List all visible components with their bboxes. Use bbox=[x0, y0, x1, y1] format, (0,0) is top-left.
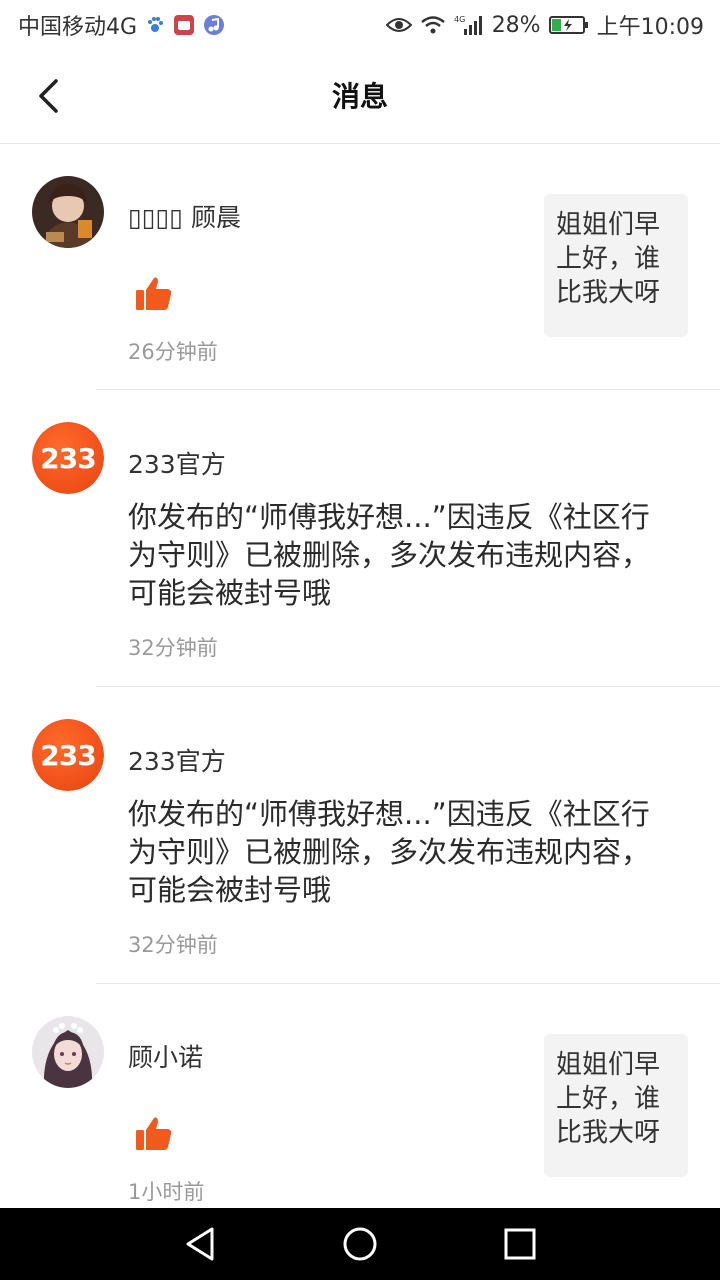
list-item[interactable]: ▯▯▯▯ 顾晨 26分钟前 姐姐们早上好，谁比我大呀 bbox=[0, 144, 720, 390]
circle-home-icon bbox=[343, 1227, 377, 1261]
nav-back-button[interactable] bbox=[180, 1224, 220, 1264]
nav-recents-button[interactable] bbox=[500, 1224, 540, 1264]
avatar[interactable]: 233 bbox=[32, 422, 104, 494]
status-bar: 中国移动4G 4G 28% 上午10:09 bbox=[0, 0, 720, 50]
square-recents-icon bbox=[504, 1228, 536, 1260]
carrier-label: 中国移动4G bbox=[18, 15, 138, 40]
thumbs-up-icon bbox=[134, 274, 174, 314]
timestamp: 26分钟前 bbox=[128, 340, 218, 364]
battery-icon bbox=[548, 15, 589, 35]
list-item[interactable]: 233 233官方 你发布的“师傅我好想...”因违反《社区行为守则》已被删除，… bbox=[0, 390, 720, 687]
timestamp: 1小时前 bbox=[128, 1180, 205, 1204]
signal-icon: 4G bbox=[454, 14, 484, 36]
quoted-post[interactable]: 姐姐们早上好，谁比我大呀 bbox=[544, 194, 688, 337]
list-item[interactable]: 233 233官方 你发布的“师傅我好想...”因违反《社区行为守则》已被删除，… bbox=[0, 687, 720, 984]
sender-name[interactable]: ▯▯▯▯ 顾晨 bbox=[128, 198, 241, 234]
sender-name[interactable]: 233官方 bbox=[128, 742, 226, 778]
triangle-back-icon bbox=[186, 1227, 214, 1261]
eye-icon bbox=[385, 16, 412, 34]
avatar[interactable] bbox=[32, 1016, 104, 1088]
message-list: ▯▯▯▯ 顾晨 26分钟前 姐姐们早上好，谁比我大呀 233 233官方 你发布… bbox=[0, 144, 720, 1214]
message-text: 你发布的“师傅我好想...”因违反《社区行为守则》已被删除，多次发布违规内容，可… bbox=[128, 797, 651, 907]
list-item[interactable]: 顾小诺 1小时前 姐姐们早上好，谁比我大呀 bbox=[0, 984, 720, 1214]
nav-home-button[interactable] bbox=[340, 1224, 380, 1264]
svg-text:4G: 4G bbox=[454, 15, 465, 24]
quoted-post[interactable]: 姐姐们早上好，谁比我大呀 bbox=[544, 1034, 688, 1177]
thumbs-up-icon bbox=[134, 1114, 174, 1154]
music-icon bbox=[203, 14, 225, 36]
battery-percent: 28% bbox=[491, 12, 541, 38]
system-nav-bar bbox=[0, 1208, 720, 1280]
header-bar: 消息 bbox=[0, 50, 720, 144]
paw-icon bbox=[145, 15, 165, 35]
sender-name[interactable]: 233官方 bbox=[128, 445, 226, 481]
avatar[interactable] bbox=[32, 176, 104, 248]
avatar[interactable]: 233 bbox=[32, 719, 104, 791]
app-icon bbox=[173, 14, 195, 36]
page-title: 消息 bbox=[331, 80, 388, 113]
wifi-icon bbox=[420, 15, 446, 35]
official-logo: 233 bbox=[32, 719, 104, 791]
official-logo: 233 bbox=[32, 422, 104, 494]
sender-name[interactable]: 顾小诺 bbox=[128, 1038, 203, 1074]
timestamp: 32分钟前 bbox=[128, 933, 218, 957]
message-text: 你发布的“师傅我好想...”因违反《社区行为守则》已被删除，多次发布违规内容，可… bbox=[128, 500, 651, 610]
clock: 上午10:09 bbox=[596, 15, 704, 40]
timestamp: 32分钟前 bbox=[128, 636, 218, 660]
